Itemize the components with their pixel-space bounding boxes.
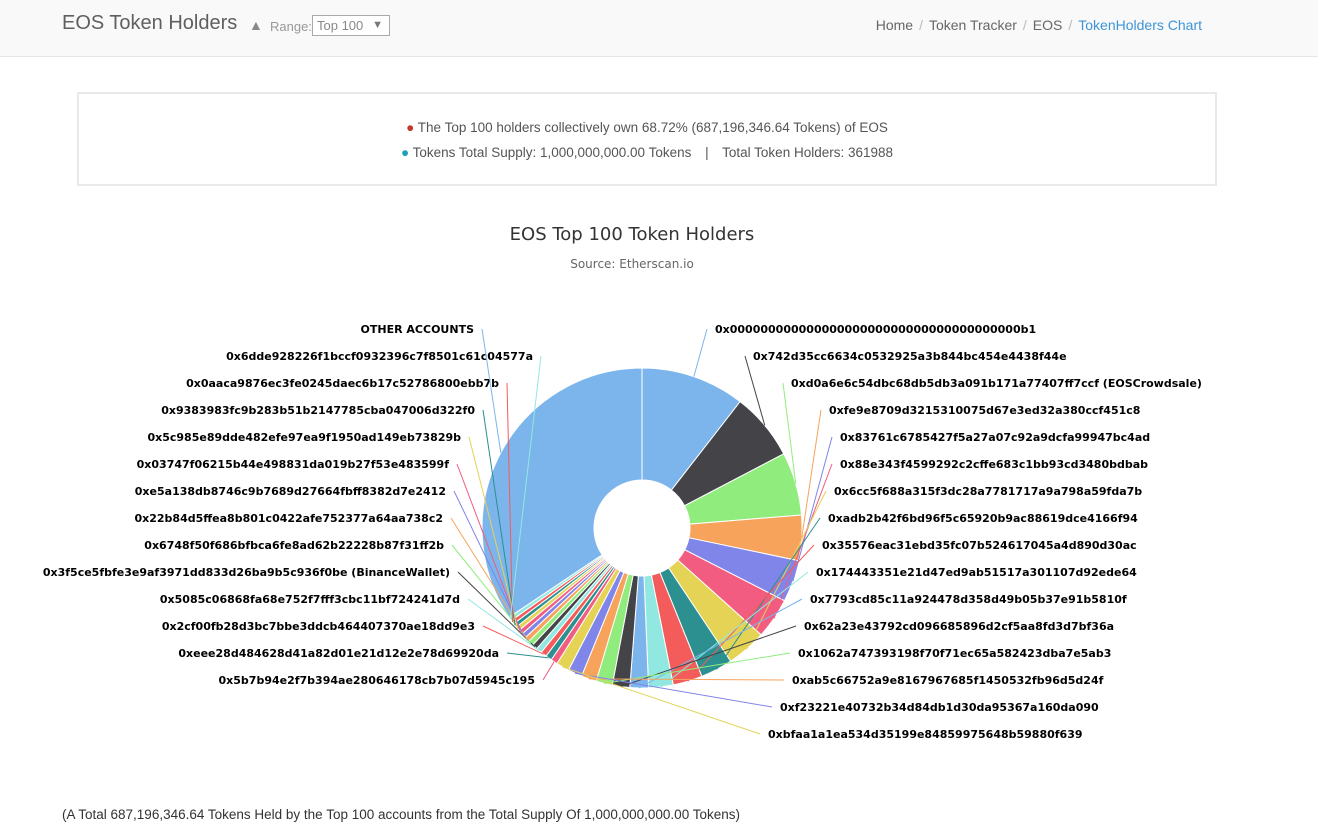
- pie-slice-label: 0xadb2b42f6bd96f5c65920b9ac88619dce4166f…: [828, 512, 1138, 525]
- pie-slice-label: OTHER ACCOUNTS: [361, 323, 475, 336]
- summary-line-ownership: ● The Top 100 holders collectively own 6…: [79, 120, 1215, 135]
- range-label: Range:: [270, 19, 312, 34]
- pie-slice-label: 0x83761c6785427f5a27a07c92a9dcfa99947bc4…: [840, 431, 1150, 444]
- pie-slice-label: 0x7793cd85c11a924478d358d49b05b37e91b581…: [810, 593, 1127, 606]
- pie-connector: [542, 661, 555, 681]
- pie-slice-label: 0x03747f06215b44e498831da019b27f53e48359…: [137, 458, 450, 471]
- pie-slice-label: 0x9383983fc9b283b51b2147785cba047006d322…: [161, 404, 475, 417]
- pie-slice-label: 0x6748f50f686bfbca6fe8ad62b22228b87f31ff…: [144, 539, 444, 552]
- pie-slice-label: 0x00000000000000000000000000000000000000…: [715, 323, 1036, 336]
- pie-slice-label: 0xe5a138db8746c9b7689d27664fbff8382d7e24…: [135, 485, 446, 498]
- pie-slice-label: 0x174443351e21d47ed9ab51517a301107d92ede…: [816, 566, 1137, 579]
- ownership-text: The Top 100 holders collectively own 68.…: [417, 120, 888, 135]
- pie-slice-label: 0x5085c06868fa68e752f7fff3cbc11bf724241d…: [160, 593, 460, 606]
- pie-slice-label: 0x1062a747393198f70f71ec65a582423dba7e5a…: [798, 647, 1111, 660]
- pie-slice-label: 0x742d35cc6634c0532925a3b844bc454e4438f4…: [753, 350, 1067, 363]
- pie-slices: [481, 367, 803, 689]
- breadcrumb-home[interactable]: Home: [876, 17, 913, 33]
- total-holders-text: Total Token Holders: 361988: [722, 145, 894, 160]
- top-bar: EOS Token Holders ▲ Range: Top 100 ▼ Hom…: [0, 0, 1318, 57]
- pie-slice-label: 0xfe9e8709d3215310075d67e3ed32a380ccf451…: [829, 404, 1140, 417]
- pie-slice-label: 0x2cf00fb28d3bc7bbe3ddcb464407370ae18dd9…: [162, 620, 475, 633]
- pie-slice-label: 0x88e343f4599292c2cffe683c1bb93cd3480bdb…: [840, 458, 1148, 471]
- pie-slice-label: 0xbfaa1a1ea534d35199e84859975648b59880f6…: [768, 728, 1083, 741]
- breadcrumb-current: TokenHolders Chart: [1078, 17, 1202, 33]
- divider: |: [705, 145, 709, 160]
- lightbulb-icon: ●: [400, 145, 410, 160]
- holders-pie-chart: EOS Top 100 Token Holders Source: Ethers…: [43, 224, 1202, 741]
- pie-slice-label: 0xf23221e40732b34d84db1d30da95367a160da0…: [780, 701, 1099, 714]
- pie-slice-label: 0x6cc5f688a315f3dc28a7781717a9a798a59fda…: [834, 485, 1142, 498]
- pie-slice-label: 0x62a23e43792cd096685896d2cf5aa8fd3d7bf3…: [804, 620, 1114, 633]
- total-supply-text: Tokens Total Supply: 1,000,000,000.00 To…: [412, 145, 692, 160]
- summary-line-supply: ● Tokens Total Supply: 1,000,000,000.00 …: [79, 145, 1215, 160]
- pie-slice-label: 0x3f5ce5fbfe3e9af3971dd833d26ba9b5c936f0…: [43, 566, 450, 579]
- pie-slice-label: 0x5c985e89dde482efe97ea9f1950ad149eb7382…: [147, 431, 461, 444]
- pie-slice-label: 0xab5c66752a9e8167967685f1450532fb96d5d2…: [792, 674, 1104, 687]
- pie-slice-label: 0x35576eac31ebd35fc07b524617045a4d890d30…: [822, 539, 1137, 552]
- chart-subtitle: Source: Etherscan.io: [570, 257, 694, 271]
- range-select[interactable]: Top 100 ▼: [312, 15, 390, 36]
- page-title: EOS Token Holders: [62, 12, 238, 34]
- breadcrumb: Home / Token Tracker / EOS / TokenHolders Char…: [875, 17, 1202, 33]
- range-select-value: Top 100: [317, 18, 364, 33]
- pie-slice-label: 0x0aaca9876ec3fe0245daec6b17c52786800ebb…: [186, 377, 499, 390]
- pie-connector: [693, 328, 708, 377]
- summary-box: ● The Top 100 holders collectively own 6…: [77, 92, 1217, 186]
- pie-slice-label: 0xeee28d484628d41a82d01e21d12e2e78d69920…: [178, 647, 499, 660]
- lightbulb-icon: ●: [406, 120, 415, 135]
- chart-title: EOS Top 100 Token Holders: [510, 224, 755, 245]
- pie-slice-label: 0x22b84d5ffea8b801c0422afe752377a64aa738…: [135, 512, 444, 525]
- filter-icon: ▲: [249, 17, 263, 33]
- breadcrumb-token-tracker[interactable]: Token Tracker: [929, 17, 1017, 33]
- pie-slice-label: 0xd0a6e6c54dbc68db5db3a091b171a77407ff7c…: [791, 377, 1202, 390]
- breadcrumb-eos[interactable]: EOS: [1033, 17, 1063, 33]
- footer-note: (A Total 687,196,346.64 Tokens Held by t…: [62, 807, 740, 822]
- pie-connector: [481, 328, 502, 453]
- pie-slice-label: 0x5b7b94e2f7b394ae280646178cb7b07d5945c1…: [219, 674, 535, 687]
- chevron-down-icon: ▼: [372, 19, 383, 31]
